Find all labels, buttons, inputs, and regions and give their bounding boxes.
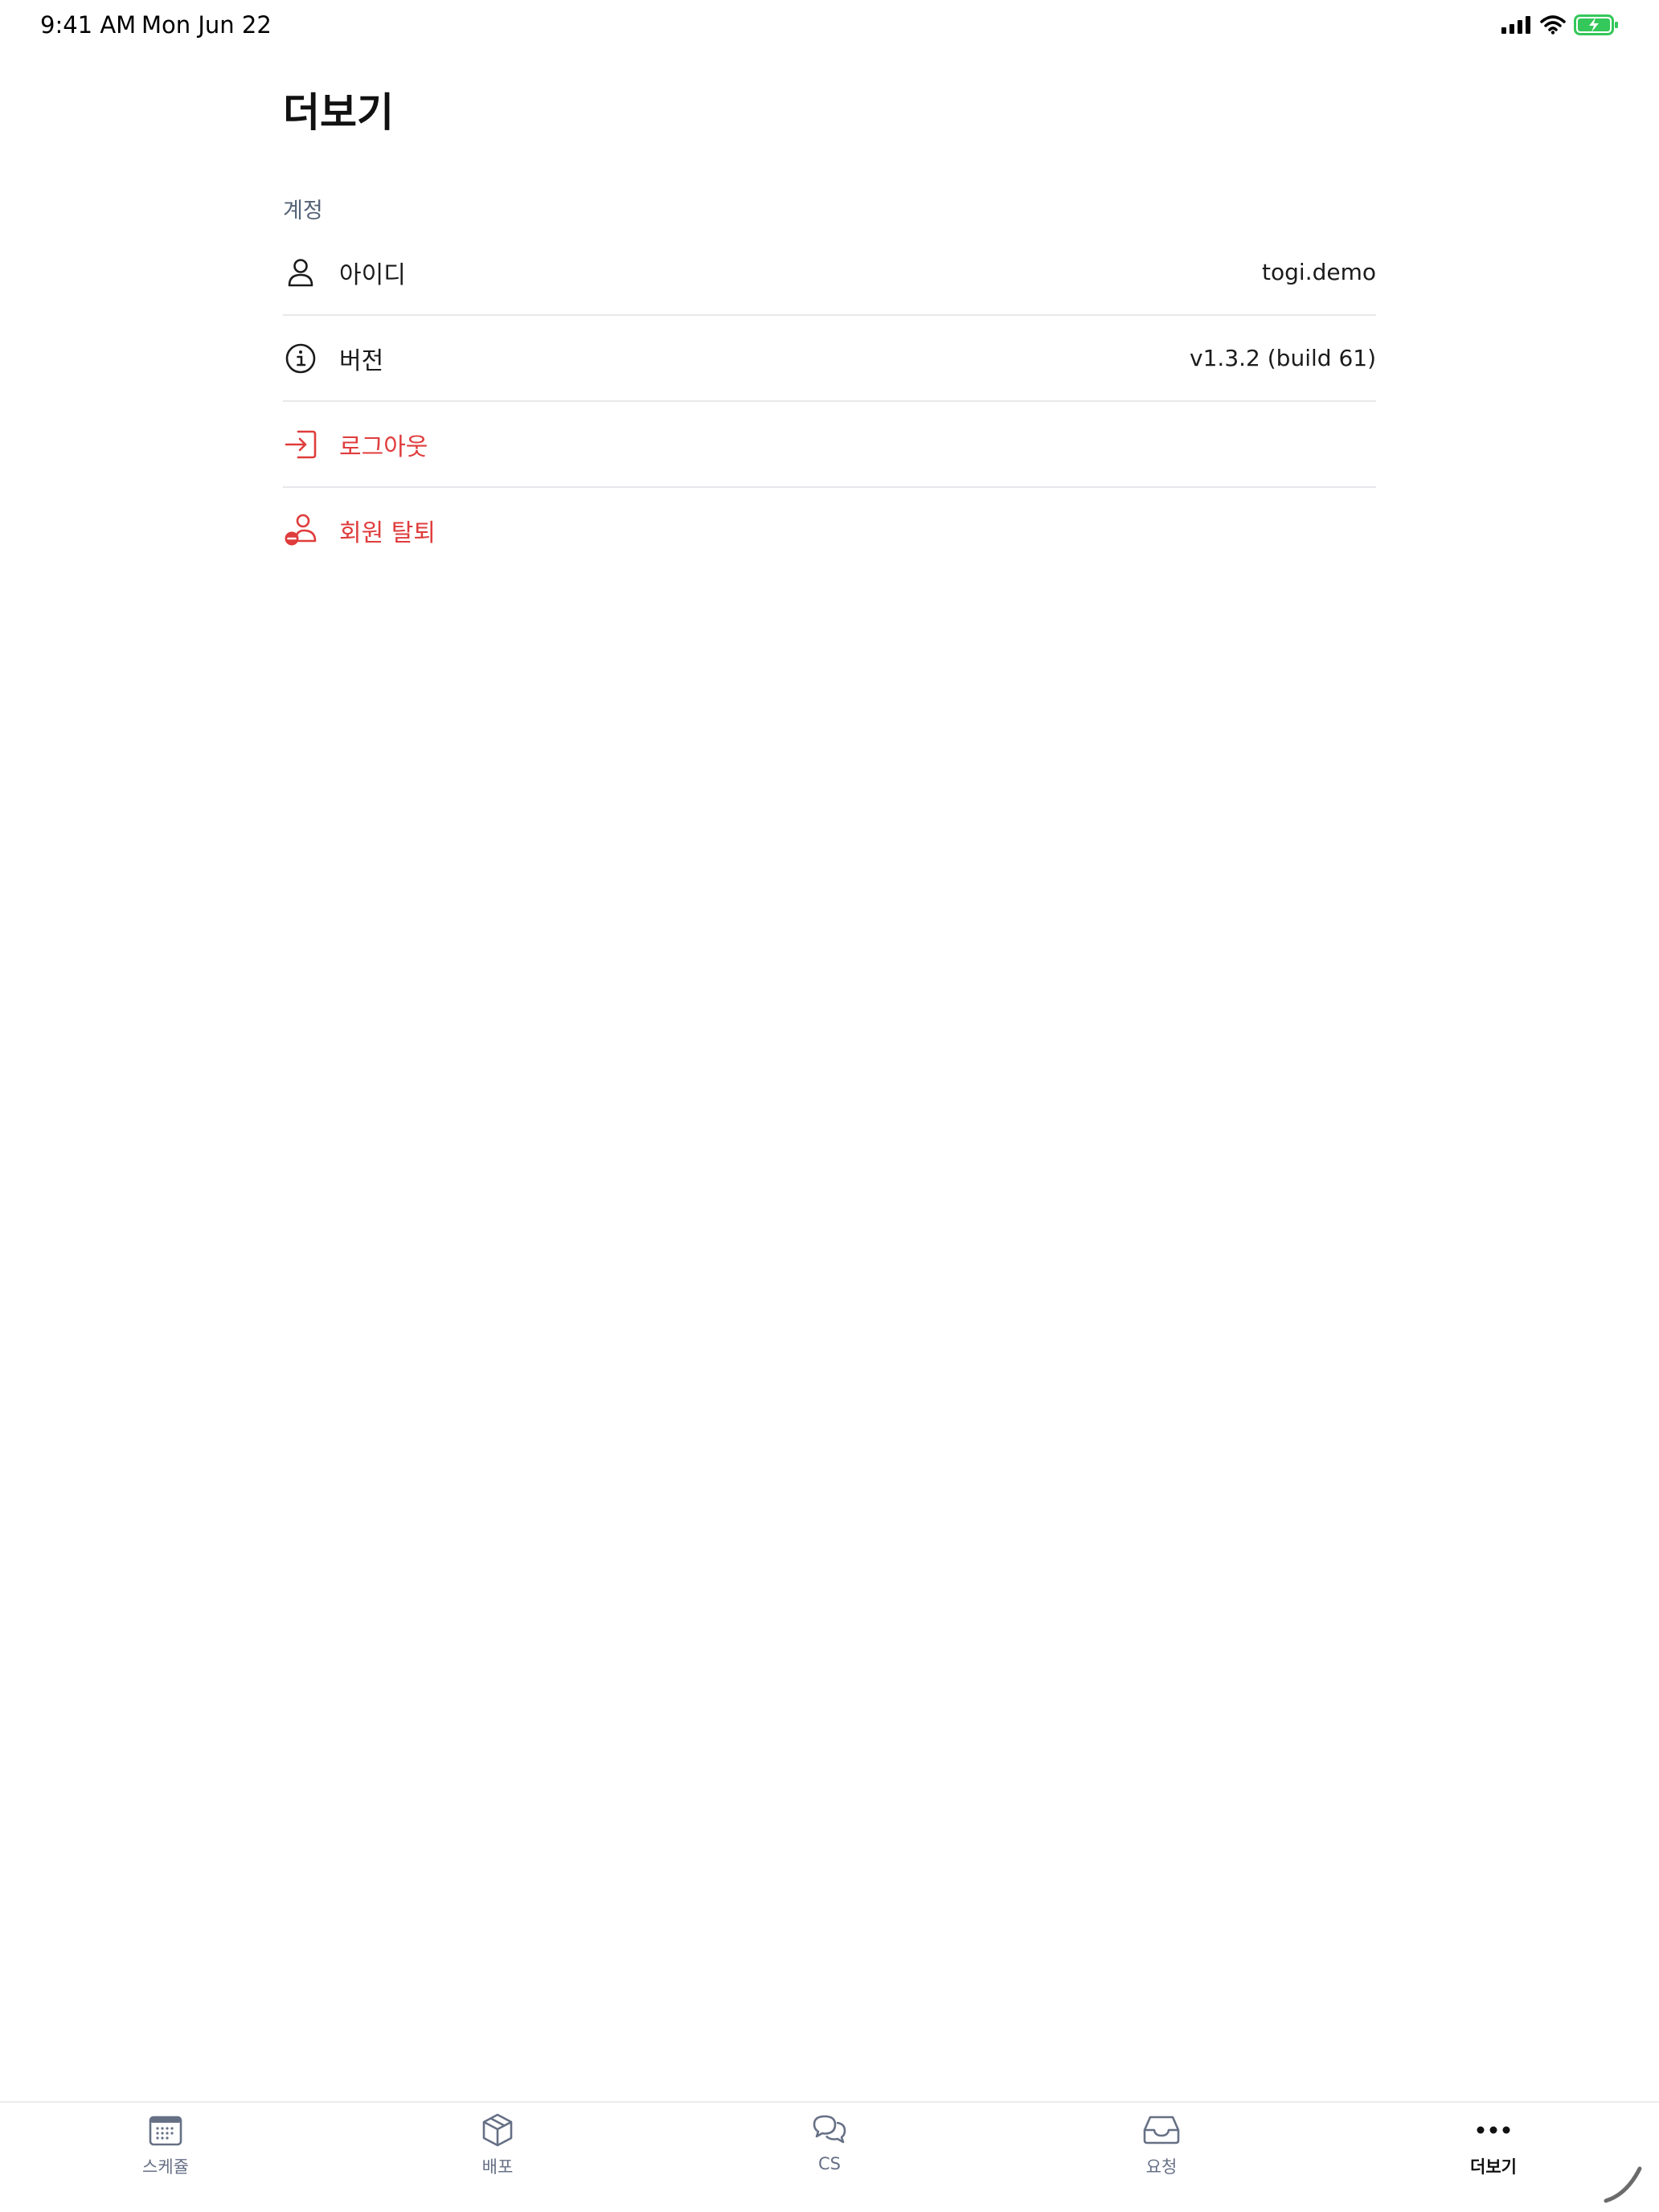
tab-requests-label: 요청 <box>1145 2157 1178 2177</box>
account-id-row: 아이디 togi.demo <box>283 230 1376 316</box>
logout-label: 로그아웃 <box>339 432 428 461</box>
box-icon <box>478 2111 517 2149</box>
cellular-signal-icon <box>1501 16 1532 37</box>
account-id-label: 아이디 <box>339 260 406 289</box>
calendar-icon <box>146 2111 185 2149</box>
status-date: Mon Jun 22 <box>141 11 272 39</box>
inbox-icon <box>1142 2111 1181 2149</box>
section-label-account: 계정 <box>283 199 323 223</box>
version-label: 버전 <box>339 346 384 375</box>
status-time: 9:41 AM <box>40 11 137 39</box>
tab-deploy-label: 배포 <box>481 2157 514 2177</box>
tab-requests[interactable]: 요청 <box>996 2103 1327 2191</box>
tab-cs[interactable]: CS <box>664 2103 995 2191</box>
account-settings-list: 아이디 togi.demo 버전 v1.3.2 (build 61) 로그아웃 … <box>283 230 1376 572</box>
chat-bubbles-icon <box>810 2111 849 2149</box>
tab-more-label: 더보기 <box>1470 2157 1517 2177</box>
logout-button[interactable]: 로그아웃 <box>283 402 1376 488</box>
version-value: v1.3.2 (build 61) <box>1190 345 1376 371</box>
info-icon <box>283 341 318 376</box>
tab-bar: 스케쥴 배포 CS 요청 더보기 <box>0 2101 1659 2212</box>
more-dots-icon <box>1474 2111 1513 2149</box>
user-remove-icon <box>283 513 318 548</box>
logout-icon <box>283 427 318 462</box>
screen: 9:41 AM Mon Jun 22 더보기 계정 아이디 togi.demo … <box>0 0 1659 2212</box>
home-indicator <box>1603 2162 1645 2207</box>
withdraw-membership-label: 회원 탈퇴 <box>339 518 436 547</box>
status-bar: 9:41 AM Mon Jun 22 <box>0 0 1659 51</box>
tab-schedule[interactable]: 스케쥴 <box>0 2103 331 2191</box>
battery-charging-icon <box>1574 14 1619 39</box>
withdraw-membership-button[interactable]: 회원 탈퇴 <box>283 488 1376 572</box>
tab-cs-label: CS <box>818 2154 841 2173</box>
version-row: 버전 v1.3.2 (build 61) <box>283 316 1376 402</box>
page-title: 더보기 <box>283 89 394 136</box>
tab-deploy[interactable]: 배포 <box>332 2103 663 2191</box>
tab-schedule-label: 스케쥴 <box>142 2157 189 2177</box>
wifi-icon <box>1540 15 1566 38</box>
user-icon <box>283 255 318 290</box>
status-icons <box>1501 14 1619 39</box>
account-id-value: togi.demo <box>1262 259 1376 285</box>
